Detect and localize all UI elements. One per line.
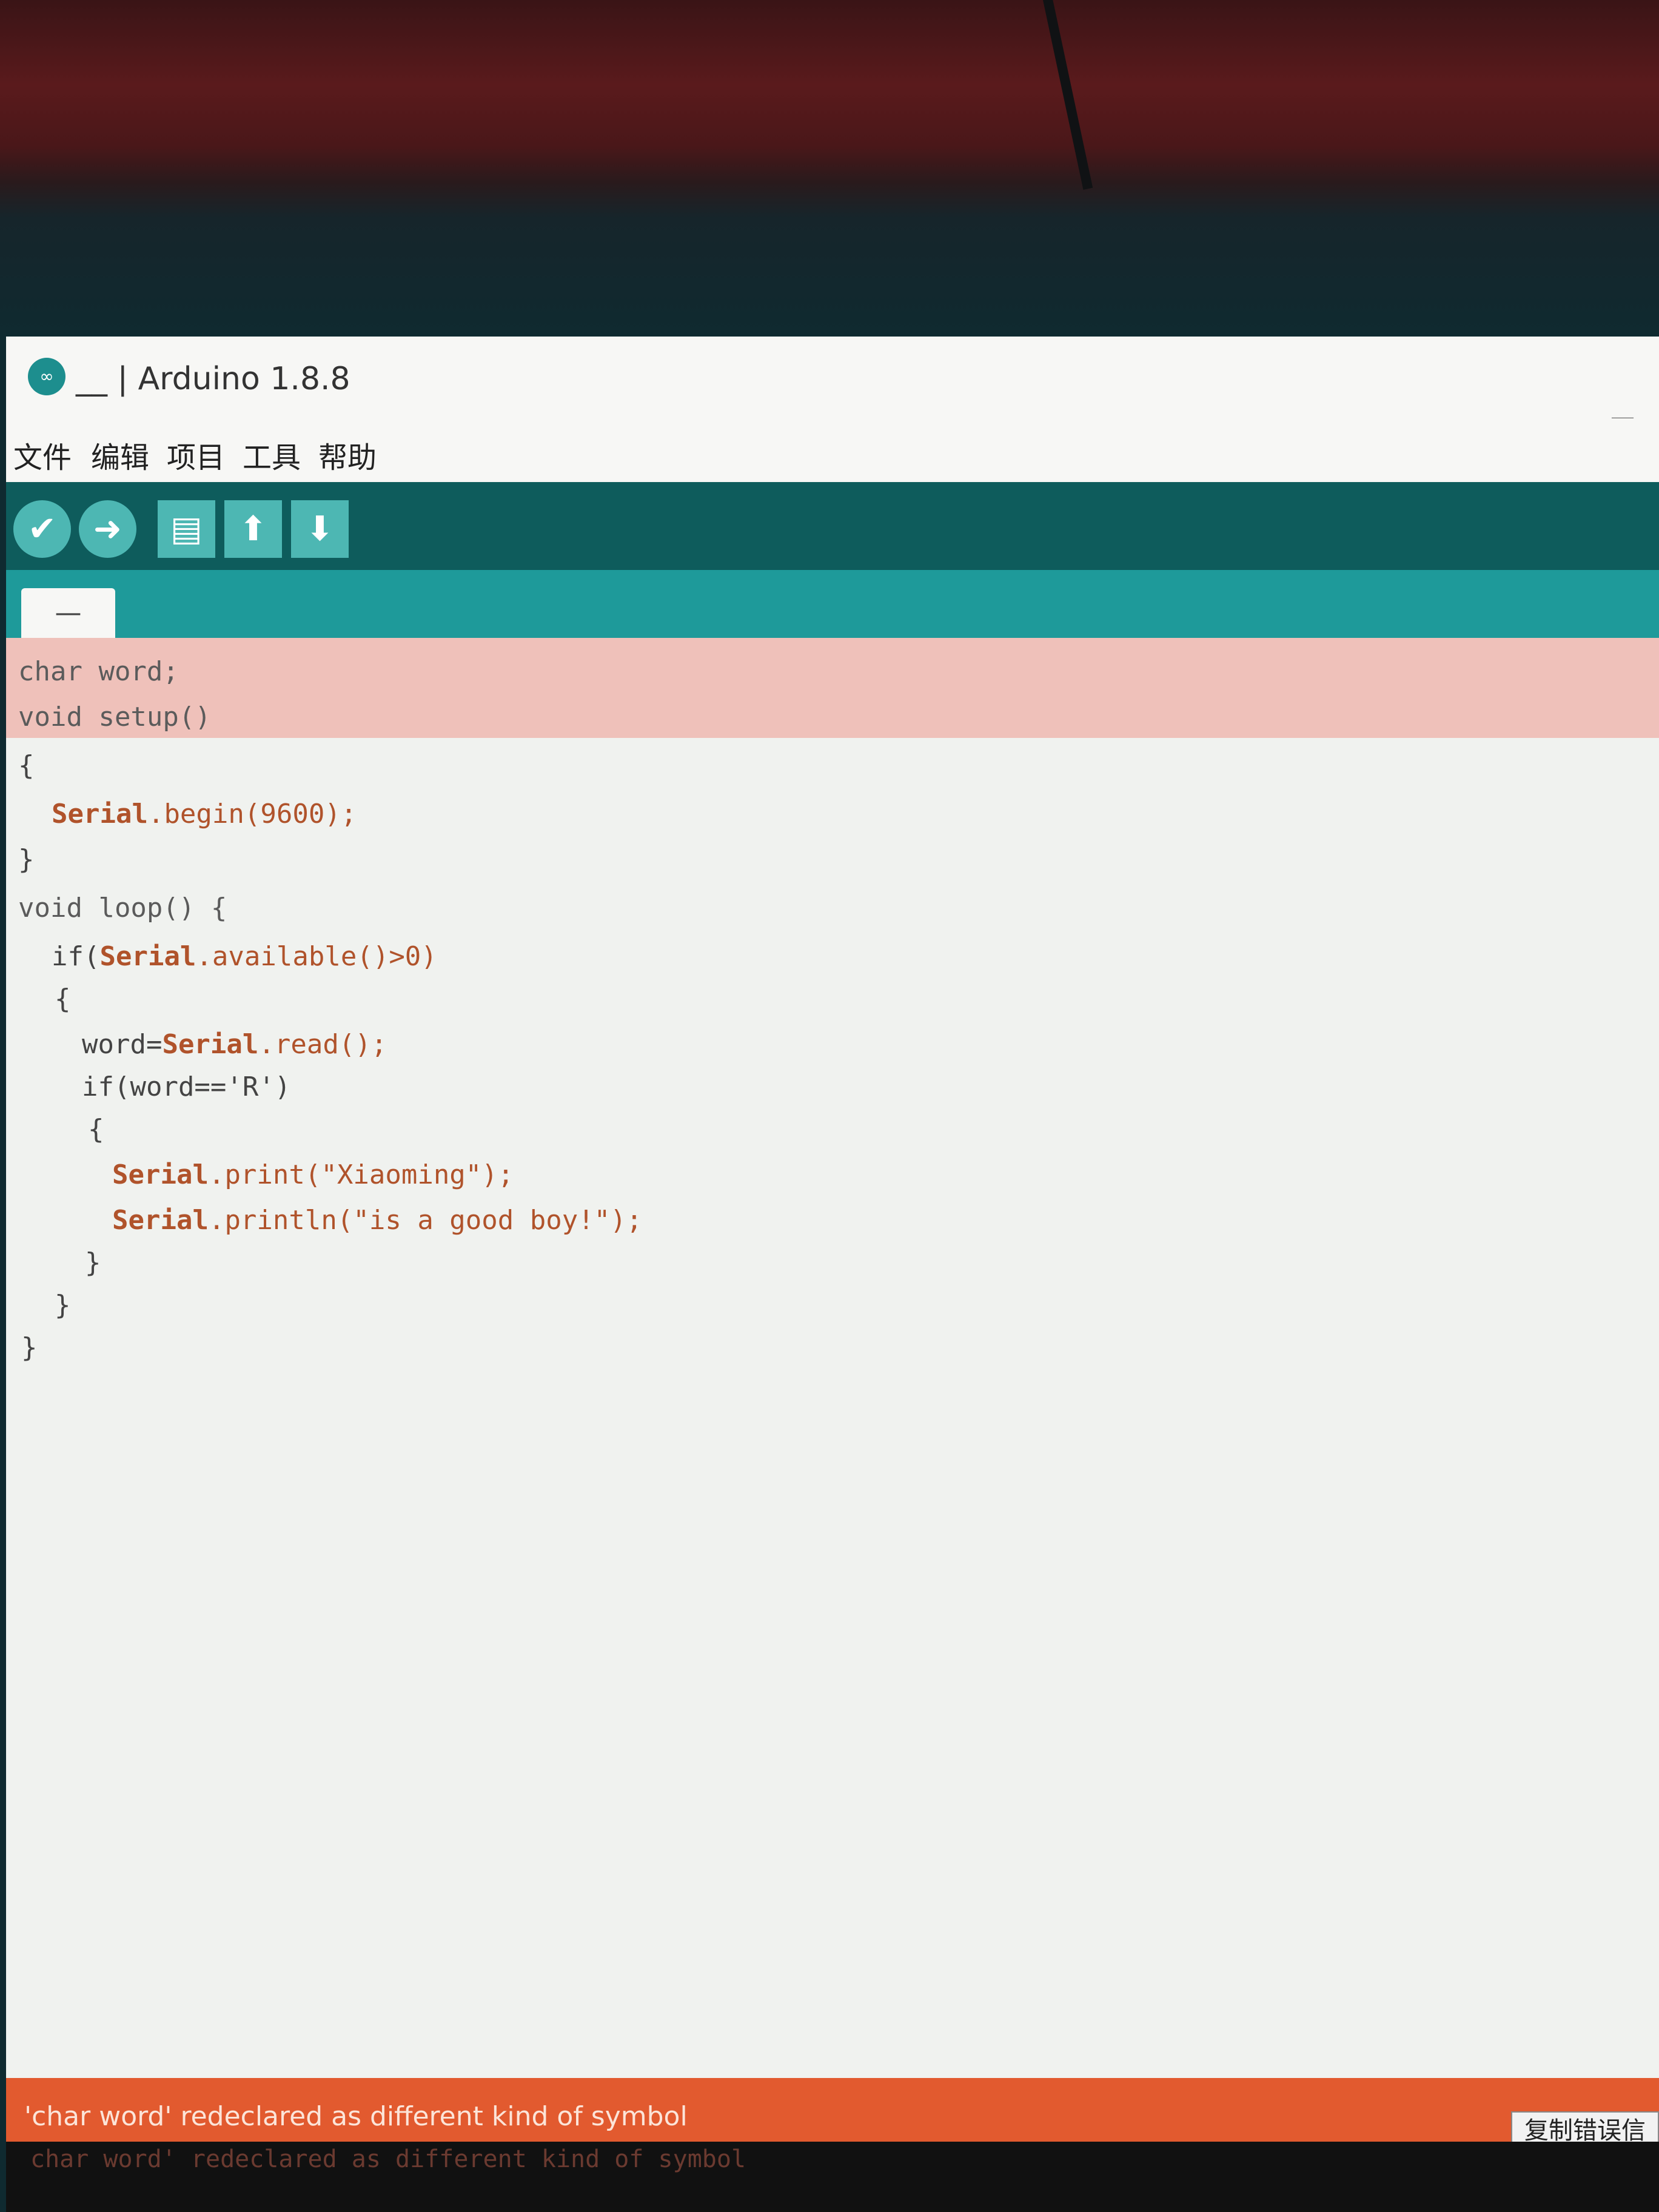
code-text: if( [52,941,100,972]
code-text: { [18,750,35,781]
code-line-12: Serial.print("Xiaoming"); [112,1159,514,1190]
code-text: { [55,984,71,1014]
menu-tools[interactable]: 工具 [243,434,301,476]
code-line-8: { [55,984,71,1014]
code-line-16: } [21,1332,38,1363]
window-title: __ | Arduino 1.8.8 [76,361,350,397]
open-sketch-button[interactable]: ⬆ [224,500,282,558]
menu-file[interactable]: 文件 [13,434,72,476]
code-line-2: void setup() [18,702,211,732]
code-text: void setup() [18,702,211,732]
code-editor[interactable]: char word; void setup() { Serial.begin(9… [6,638,1659,2078]
code-text: .read(); [258,1029,387,1060]
code-class: Serial [162,1029,259,1060]
verify-button[interactable]: ✔ [13,500,71,558]
menu-help[interactable]: 帮助 [318,434,377,476]
code-line-13: Serial.println("is a good boy!"); [112,1205,642,1236]
console-output: char word' redeclared as different kind … [6,2142,1659,2212]
code-text: word= [82,1029,163,1060]
code-text: { [88,1114,104,1145]
code-class: Serial [112,1159,209,1190]
save-sketch-button[interactable]: ⬇ [291,500,349,558]
code-text: } [18,844,35,875]
menu-sketch[interactable]: 项目 [167,434,225,476]
tab-strip: — [6,570,1659,638]
upload-button[interactable]: ➜ [79,500,136,558]
code-line-10: if(word=='R') [82,1071,290,1102]
error-line-highlight [6,638,1659,738]
error-status-bar: 'char word' redeclared as different kind… [6,2078,1659,2150]
code-line-11: { [88,1114,104,1145]
toolbar: ✔ ➜ ▤ ⬆ ⬇ [6,482,1659,570]
code-class: Serial [112,1205,209,1236]
code-text: .print("Xiaoming"); [208,1159,514,1190]
code-text: } [85,1247,101,1278]
error-message: 'char word' redeclared as different kind… [24,2101,688,2132]
code-line-5: } [18,844,35,875]
code-line-14: } [85,1247,101,1278]
arduino-logo-icon: ∞ [28,358,65,395]
code-line-7: if(Serial.available()>0) [52,941,437,972]
sketch-tab[interactable]: — [21,588,115,638]
code-text: char word; [18,656,179,687]
code-class: Serial [52,799,148,830]
code-text: .available()>0) [196,941,437,972]
menu-bar: 文件 编辑 项目 工具 帮助 [6,418,1659,482]
code-line-3: { [18,750,35,781]
code-line-15: } [55,1290,71,1321]
console-line: char word' redeclared as different kind … [30,2145,746,2173]
background-cable [1043,0,1093,190]
code-text: .begin(9600); [147,799,357,830]
code-text: .println("is a good boy!"); [208,1205,643,1236]
code-text: void loop() { [18,893,227,923]
code-class: Serial [99,941,196,972]
code-text: } [21,1332,38,1363]
arduino-ide-window: ∞ __ | Arduino 1.8.8 — 文件 编辑 项目 工具 帮助 ✔ … [6,337,1659,2212]
code-line-4: Serial.begin(9600); [52,799,357,830]
title-bar: ∞ __ | Arduino 1.8.8 — [6,337,1659,431]
menu-edit[interactable]: 编辑 [91,434,149,476]
new-sketch-button[interactable]: ▤ [158,500,215,558]
code-text: } [55,1290,71,1321]
code-line-9: word=Serial.read(); [82,1029,387,1060]
code-line-6: void loop() { [18,893,227,923]
code-line-1: char word; [18,656,179,687]
code-text: if(word=='R') [82,1071,291,1102]
